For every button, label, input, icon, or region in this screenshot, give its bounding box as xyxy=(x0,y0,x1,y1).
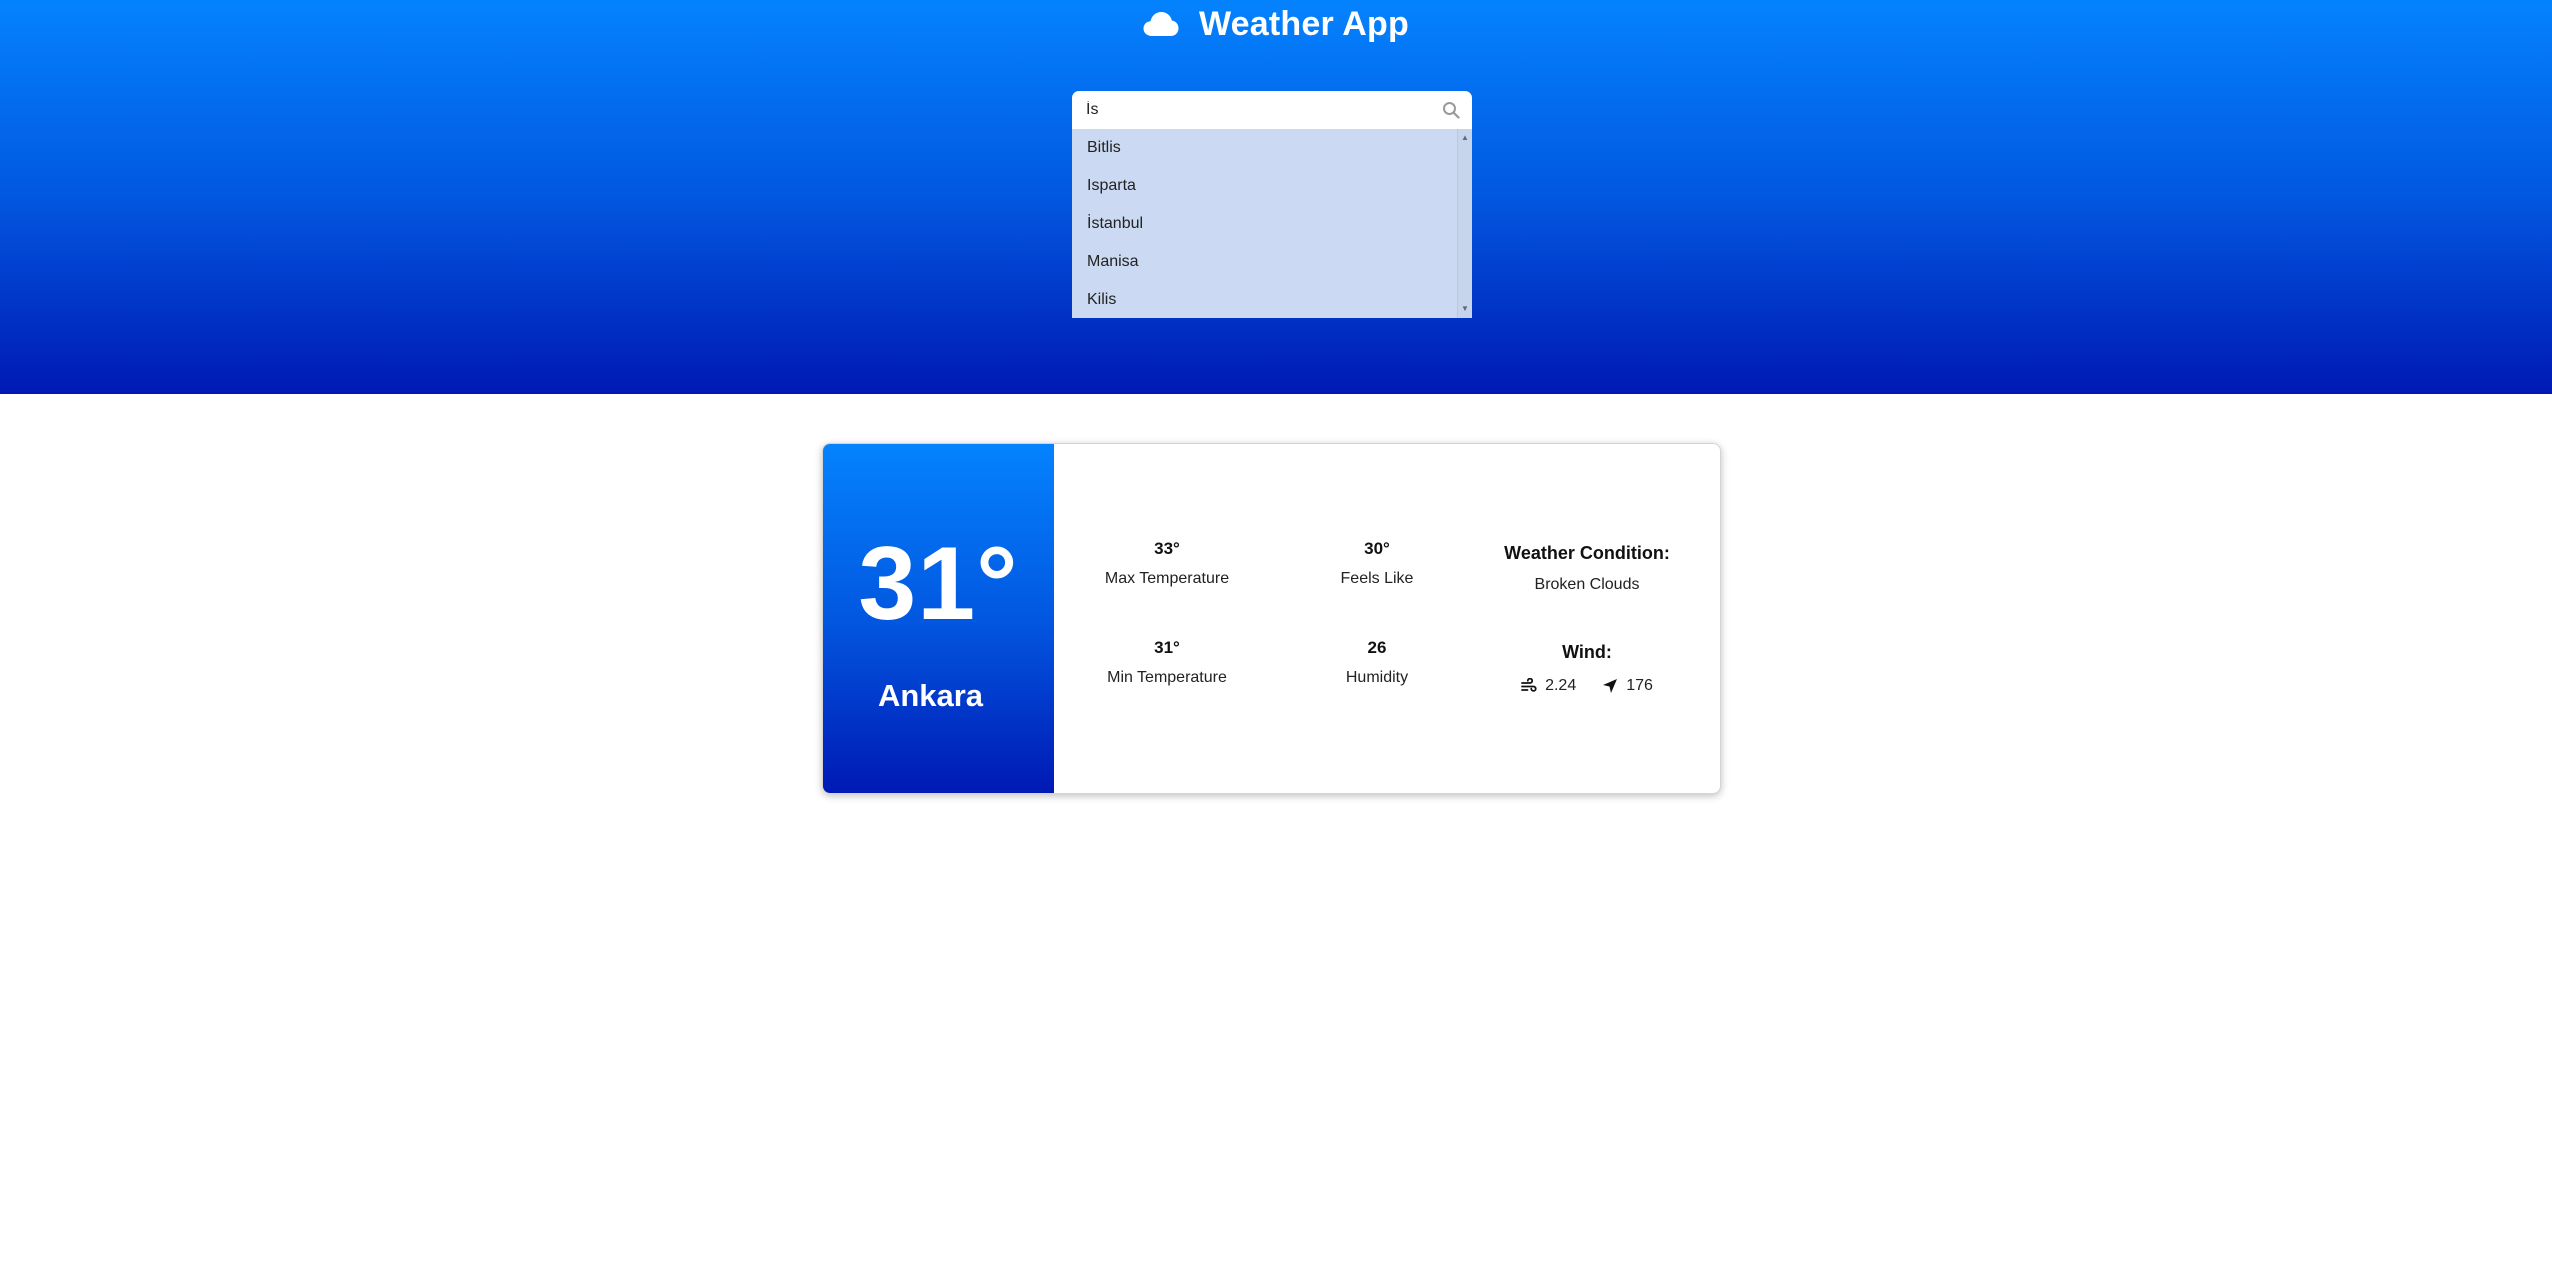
weather-condition: Weather Condition: Broken Clouds xyxy=(1477,543,1697,594)
feels-like-stat: 30° Feels Like xyxy=(1277,539,1477,588)
wind-heading: Wind: xyxy=(1562,642,1612,662)
weather-condition-heading: Weather Condition: xyxy=(1504,543,1670,563)
suggestion-item[interactable]: İstanbul xyxy=(1072,205,1472,243)
suggestion-item[interactable]: Manisa xyxy=(1072,243,1472,281)
suggestion-list: Bitlis Isparta İstanbul Manisa Kilis xyxy=(1072,129,1472,318)
weather-details: 33° Max Temperature 30° Feels Like Weath… xyxy=(1054,444,1720,793)
weather-card: 31° Ankara 33° Max Temperature 30° Feels… xyxy=(822,443,1721,794)
dropdown-scrollbar[interactable]: ▲ ▼ xyxy=(1457,129,1472,318)
cloud-icon xyxy=(1143,12,1179,36)
feels-like-value: 30° xyxy=(1364,539,1390,558)
search-box xyxy=(1072,91,1472,129)
humidity-value: 26 xyxy=(1367,638,1387,657)
header-banner: Weather App Bitlis Isparta İstanbul Mani… xyxy=(0,0,2552,394)
wind-info: Wind: 2.24 176 xyxy=(1477,642,1697,695)
current-weather-panel: 31° Ankara xyxy=(823,444,1054,793)
max-temperature-value: 33° xyxy=(1154,539,1180,558)
max-temperature-label: Max Temperature xyxy=(1104,570,1230,587)
min-temperature-value: 31° xyxy=(1154,638,1180,657)
suggestion-item[interactable]: Isparta xyxy=(1072,167,1472,205)
app-brand: Weather App xyxy=(0,2,2552,46)
app-title: Weather App xyxy=(1198,4,1409,43)
weather-condition-text: Broken Clouds xyxy=(1534,576,1640,593)
city-search: Bitlis Isparta İstanbul Manisa Kilis ▲ ▼ xyxy=(1072,91,1472,318)
suggestion-item[interactable]: Kilis xyxy=(1072,281,1472,318)
suggestion-item[interactable]: Bitlis xyxy=(1072,129,1472,167)
location-arrow-icon xyxy=(1603,679,1618,693)
current-temperature: 31° xyxy=(858,526,1019,642)
city-name: Ankara xyxy=(877,678,984,713)
min-temperature-label: Min Temperature xyxy=(1107,669,1227,686)
suggestion-dropdown: Bitlis Isparta İstanbul Manisa Kilis ▲ ▼ xyxy=(1072,129,1472,318)
wind-values: 2.24 176 xyxy=(1477,677,1697,695)
humidity-label: Humidity xyxy=(1345,669,1409,686)
humidity-stat: 26 Humidity xyxy=(1277,638,1477,687)
wind-direction-value: 176 xyxy=(1626,677,1653,694)
wind-speed-value: 2.24 xyxy=(1545,677,1577,694)
feels-like-label: Feels Like xyxy=(1340,570,1414,587)
scroll-thumb[interactable] xyxy=(1461,147,1469,297)
wind-speed: 2.24 xyxy=(1521,677,1576,695)
wind-icon xyxy=(1521,678,1537,692)
scroll-down-arrow-icon[interactable]: ▼ xyxy=(1458,302,1472,316)
search-icon[interactable] xyxy=(1442,101,1460,119)
min-temperature-stat: 31° Min Temperature xyxy=(1067,638,1267,687)
max-temperature-stat: 33° Max Temperature xyxy=(1067,539,1267,588)
wind-direction: 176 xyxy=(1602,677,1653,695)
search-input[interactable] xyxy=(1086,101,1426,119)
scroll-up-arrow-icon[interactable]: ▲ xyxy=(1458,131,1472,145)
